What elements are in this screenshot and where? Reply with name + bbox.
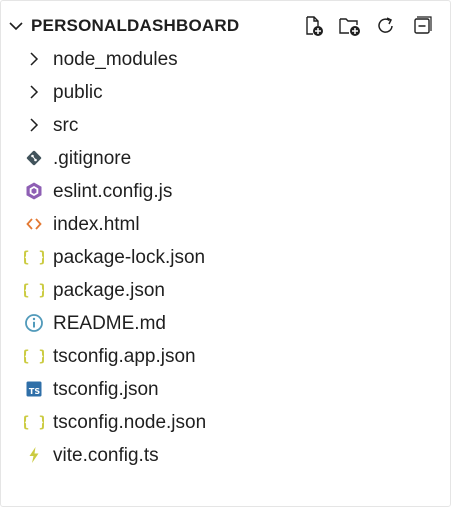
svg-text:{ }: { }	[24, 248, 44, 266]
chevron-down-icon[interactable]	[7, 17, 25, 35]
tree-item-label: tsconfig.json	[53, 379, 159, 400]
tree-item-node-modules[interactable]: node_modules	[1, 43, 450, 76]
svg-text:{ }: { }	[24, 281, 44, 299]
tree-item-eslint-config[interactable]: eslint.config.js	[1, 175, 450, 208]
explorer-actions	[302, 14, 434, 38]
chevron-right-icon[interactable]	[24, 82, 44, 102]
chevron-right-icon[interactable]	[24, 115, 44, 135]
tree-item-readme[interactable]: README.md	[1, 307, 450, 340]
tree-item-label: package-lock.json	[53, 247, 206, 268]
git-icon	[24, 148, 44, 168]
html-icon	[24, 214, 44, 234]
typescript-icon: TS	[24, 379, 44, 399]
explorer-title: PERSONALDASHBOARD	[31, 16, 240, 35]
tree-item-label: tsconfig.node.json	[53, 412, 207, 433]
json-icon: { }	[24, 247, 44, 267]
tree-item-tsconfig-json[interactable]: TS tsconfig.json	[1, 373, 450, 406]
json-icon: { }	[24, 412, 44, 432]
svg-text:TS: TS	[29, 387, 40, 396]
collapse-all-icon[interactable]	[410, 14, 434, 38]
tree-item-package-json[interactable]: { } package.json	[1, 274, 450, 307]
tree-item-tsconfig-node[interactable]: { } tsconfig.node.json	[1, 406, 450, 439]
tree-item-label: index.html	[53, 214, 140, 235]
svg-text:{ }: { }	[24, 347, 44, 365]
chevron-right-icon[interactable]	[24, 49, 44, 69]
explorer-panel: PERSONALDASHBOARD node_modules public sr…	[0, 0, 451, 507]
json-icon: { }	[24, 280, 44, 300]
tree-item-label: tsconfig.app.json	[53, 346, 196, 367]
tree-item-label: src	[53, 115, 79, 136]
tree-item-index-html[interactable]: index.html	[1, 208, 450, 241]
tree-item-src[interactable]: src	[1, 109, 450, 142]
eslint-icon	[24, 181, 44, 201]
new-file-icon[interactable]	[302, 14, 326, 38]
tree-item-vite-config[interactable]: vite.config.ts	[1, 439, 450, 472]
tree-item-label: eslint.config.js	[53, 181, 173, 202]
tree-item-label: README.md	[53, 313, 166, 334]
tree-item-label: public	[53, 82, 103, 103]
json-icon: { }	[24, 346, 44, 366]
vite-icon	[24, 445, 44, 465]
tree-item-label: vite.config.ts	[53, 445, 159, 466]
explorer-header[interactable]: PERSONALDASHBOARD	[1, 9, 450, 43]
tree-item-label: package.json	[53, 280, 165, 301]
tree-item-label: .gitignore	[53, 148, 132, 169]
tree-item-gitignore[interactable]: .gitignore	[1, 142, 450, 175]
tree-item-label: node_modules	[53, 49, 178, 70]
new-folder-icon[interactable]	[338, 14, 362, 38]
file-tree: node_modules public src .gitignore eslin…	[1, 43, 450, 472]
tree-item-tsconfig-app[interactable]: { } tsconfig.app.json	[1, 340, 450, 373]
refresh-icon[interactable]	[374, 14, 398, 38]
tree-item-package-lock[interactable]: { } package-lock.json	[1, 241, 450, 274]
info-icon	[24, 313, 44, 333]
svg-text:{ }: { }	[24, 413, 44, 431]
tree-item-public[interactable]: public	[1, 76, 450, 109]
